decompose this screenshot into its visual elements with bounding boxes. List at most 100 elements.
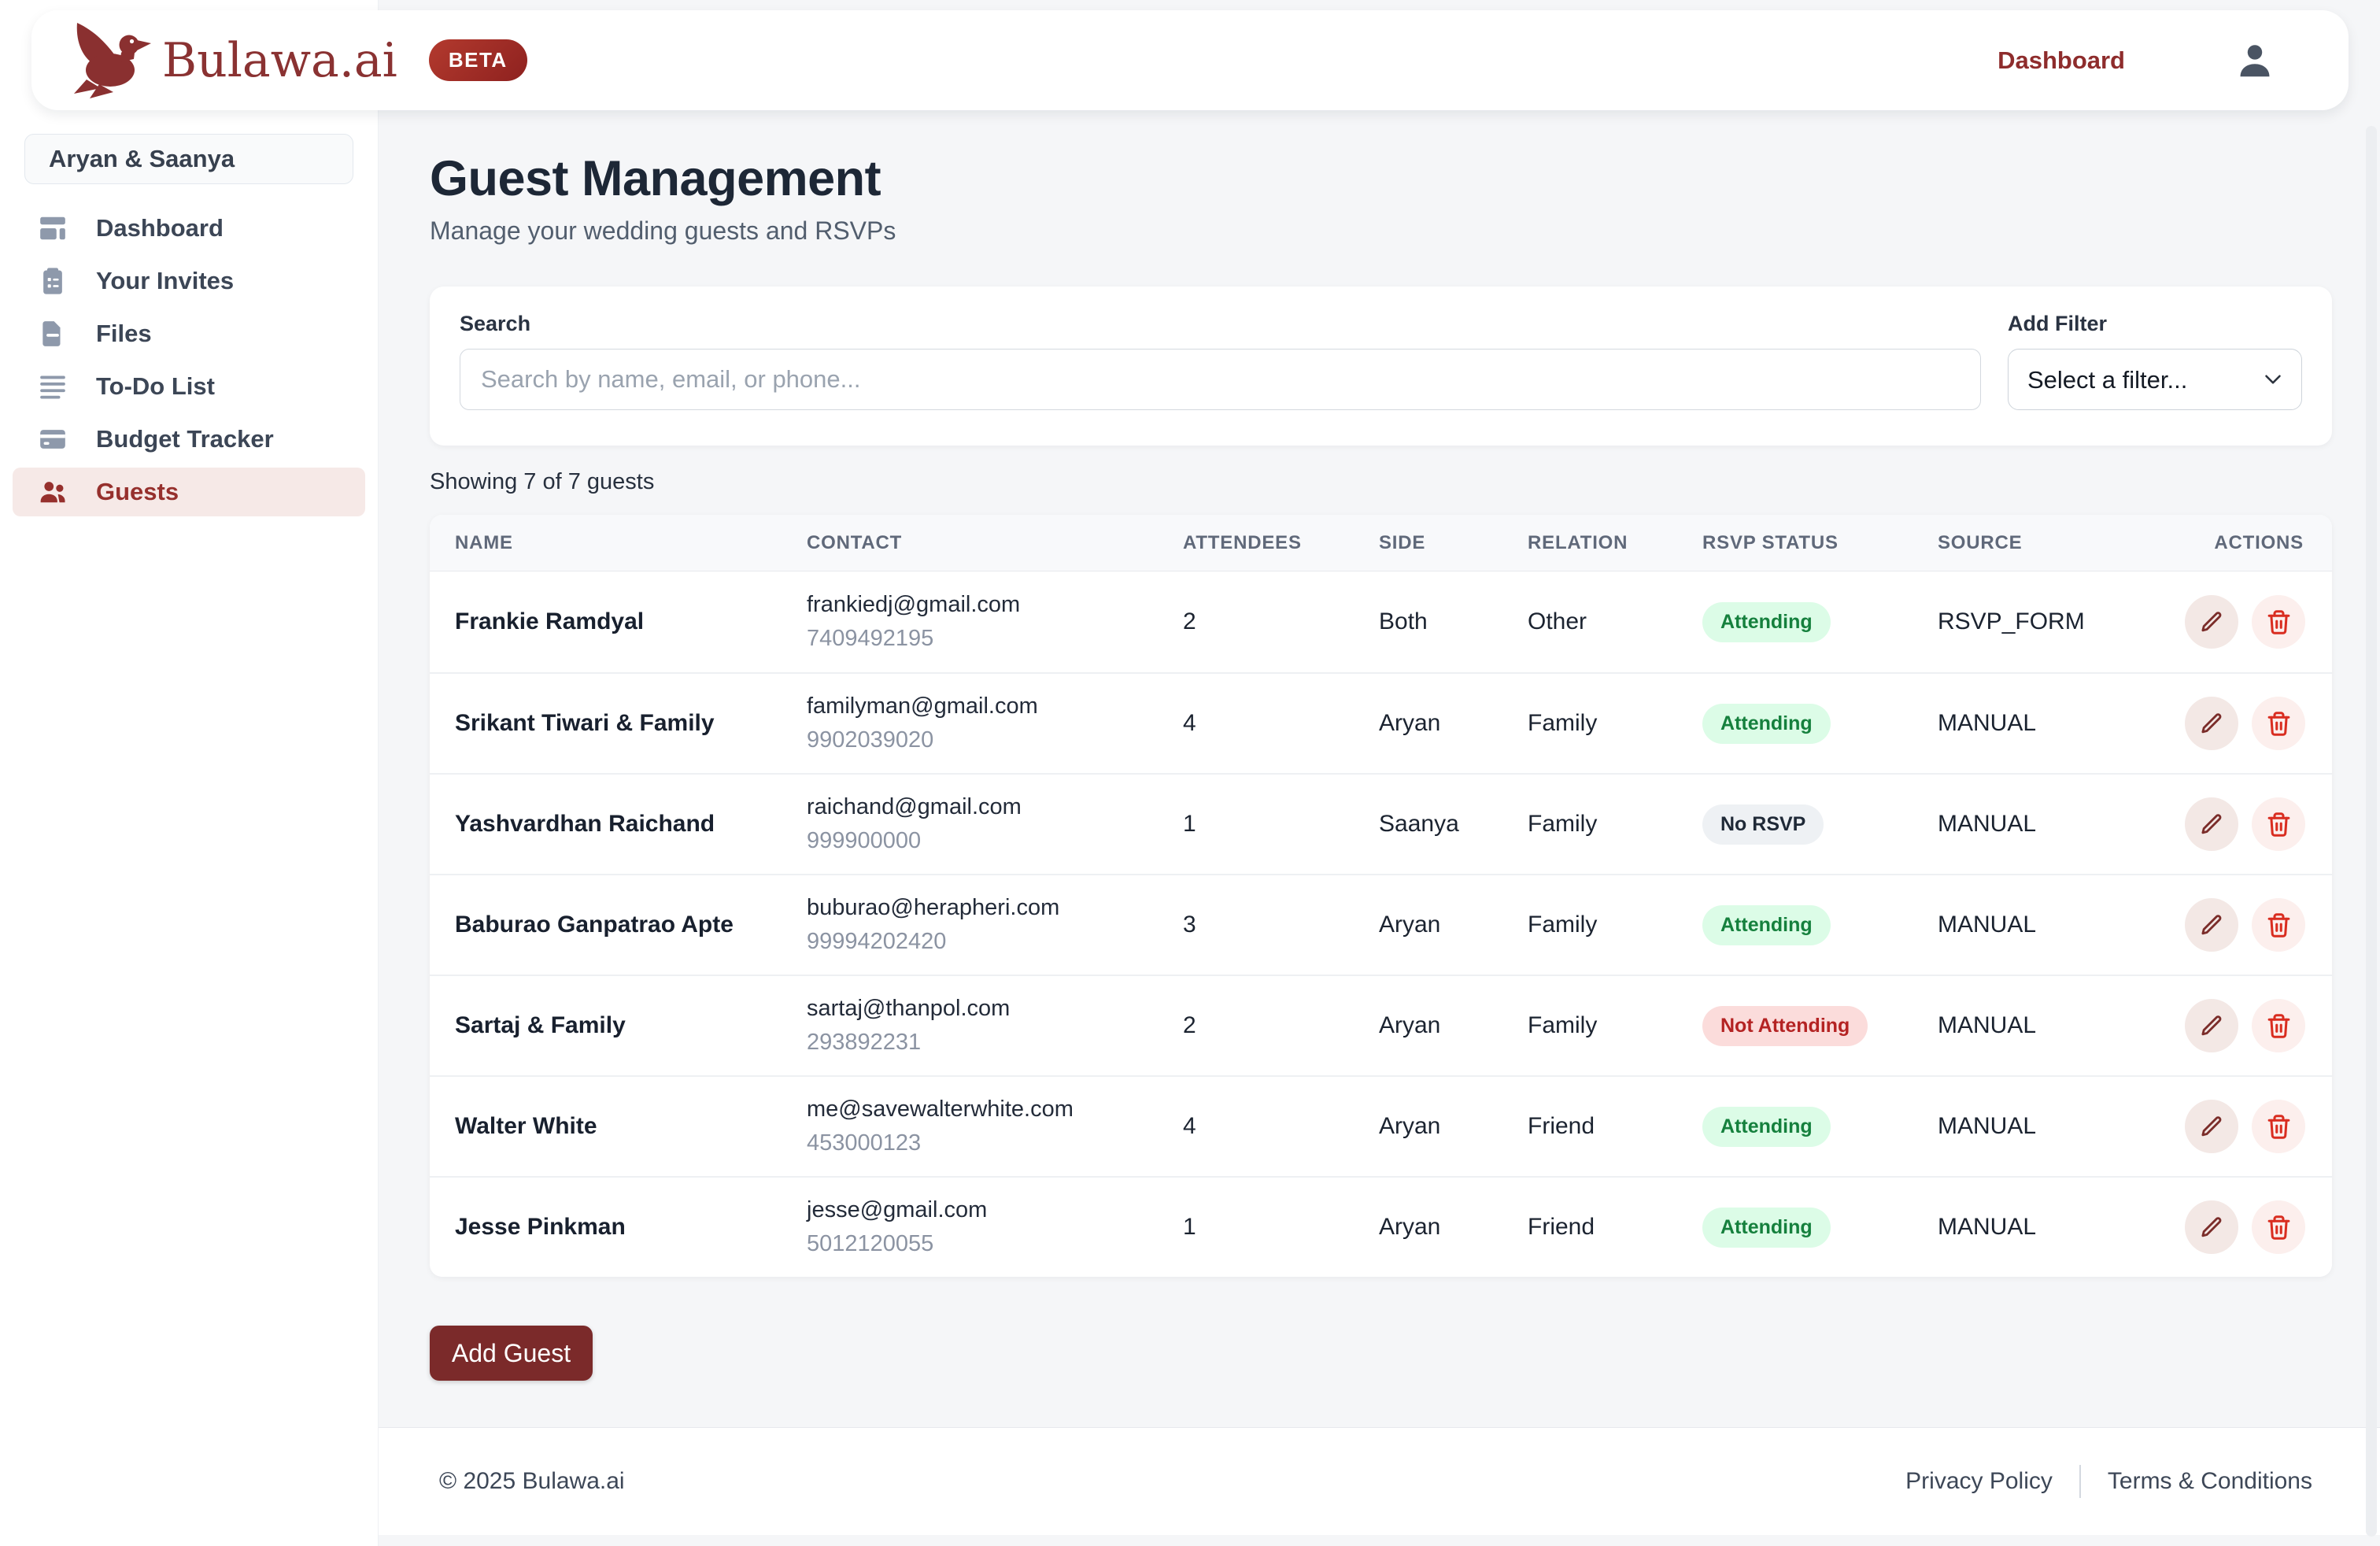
guest-actions — [2132, 999, 2332, 1052]
search-input[interactable] — [460, 349, 1981, 410]
guest-attendees: 2 — [1158, 608, 1354, 635]
delete-guest-button[interactable] — [2252, 697, 2305, 750]
guest-contact: me@savewalterwhite.com 453000123 — [782, 1097, 1158, 1156]
guest-name: Srikant Tiwari & Family — [430, 710, 782, 737]
table-row: Sartaj & Family sartaj@thanpol.com 29389… — [430, 975, 2332, 1075]
main-area: Guest Management Manage your wedding gue… — [379, 0, 2380, 1546]
guest-source: MANUAL — [1913, 710, 2132, 737]
edit-guest-button[interactable] — [2185, 1100, 2238, 1153]
guest-source: MANUAL — [1913, 1113, 2132, 1140]
guest-actions — [2132, 697, 2332, 750]
terms-link[interactable]: Terms & Conditions — [2108, 1468, 2312, 1495]
guest-name: Frankie Ramdyal — [430, 608, 782, 635]
guest-contact: familyman@gmail.com 9902039020 — [782, 693, 1158, 753]
guest-rsvp-cell: No RSVP — [1677, 804, 1913, 845]
scrollbar[interactable] — [2366, 126, 2377, 1537]
guest-actions — [2132, 1100, 2332, 1153]
table-row: Yashvardhan Raichand raichand@gmail.com … — [430, 773, 2332, 874]
column-header-actions: Actions — [2132, 532, 2332, 554]
brand-logo[interactable]: Bulawa.ai BETA — [72, 21, 527, 100]
guest-actions — [2132, 797, 2332, 851]
user-menu-button[interactable] — [2234, 39, 2276, 82]
guest-email: sartaj@thanpol.com — [807, 996, 1158, 1022]
guest-side: Both — [1354, 608, 1502, 635]
guest-name: Yashvardhan Raichand — [430, 811, 782, 838]
workspace-selector[interactable]: Aryan & Saanya — [24, 134, 353, 184]
sidebar-item-files[interactable]: Files — [13, 309, 365, 358]
guest-side: Aryan — [1354, 1113, 1502, 1140]
trash-icon — [2266, 1013, 2292, 1039]
guest-contact: jesse@gmail.com 5012120055 — [782, 1197, 1158, 1257]
guest-rsvp-cell: Attending — [1677, 602, 1913, 642]
rsvp-status-badge: No RSVP — [1702, 804, 1824, 845]
list-lines-icon — [38, 372, 68, 401]
guest-relation: Family — [1502, 912, 1677, 938]
rsvp-status-badge: Attending — [1702, 905, 1831, 945]
sidebar-item-label: To-Do List — [96, 372, 215, 401]
guest-email: familyman@gmail.com — [807, 693, 1158, 719]
guest-contact: frankiedj@gmail.com 7409492195 — [782, 592, 1158, 652]
delete-guest-button[interactable] — [2252, 1100, 2305, 1153]
dashboard-icon — [38, 213, 68, 243]
rsvp-status-badge: Attending — [1702, 1208, 1831, 1248]
edit-guest-button[interactable] — [2185, 595, 2238, 649]
people-icon — [38, 477, 68, 507]
edit-guest-button[interactable] — [2185, 797, 2238, 851]
rsvp-status-badge: Not Attending — [1702, 1006, 1868, 1046]
sidebar-item-label: Budget Tracker — [96, 425, 274, 453]
guest-relation: Friend — [1502, 1214, 1677, 1241]
sidebar-item-dashboard[interactable]: Dashboard — [13, 204, 365, 253]
page-subtitle: Manage your wedding guests and RSVPs — [430, 218, 2332, 243]
sidebar-item-label: Your Invites — [96, 267, 234, 295]
pencil-icon — [2200, 712, 2224, 736]
guest-actions — [2132, 898, 2332, 952]
edit-guest-button[interactable] — [2185, 999, 2238, 1052]
guest-side: Aryan — [1354, 912, 1502, 938]
sidebar-item-your-invites[interactable]: Your Invites — [13, 257, 365, 305]
guest-side: Aryan — [1354, 1012, 1502, 1039]
column-header-contact: Contact — [782, 532, 1158, 554]
table-row: Frankie Ramdyal frankiedj@gmail.com 7409… — [430, 571, 2332, 672]
guest-email: jesse@gmail.com — [807, 1197, 1158, 1223]
trash-icon — [2266, 609, 2292, 635]
search-column: Search — [460, 312, 1981, 420]
delete-guest-button[interactable] — [2252, 898, 2305, 952]
sidebar-item-todo-list[interactable]: To-Do List — [13, 362, 365, 411]
privacy-policy-link[interactable]: Privacy Policy — [1905, 1468, 2053, 1495]
edit-guest-button[interactable] — [2185, 1200, 2238, 1254]
guest-email: frankiedj@gmail.com — [807, 592, 1158, 618]
guest-table: Name Contact Attendees Side Relation RSV… — [430, 515, 2332, 1277]
guest-relation: Other — [1502, 608, 1677, 635]
guest-relation: Family — [1502, 1012, 1677, 1039]
sidebar-item-budget-tracker[interactable]: Budget Tracker — [13, 415, 365, 464]
guest-email: buburao@herapheri.com — [807, 895, 1158, 921]
filter-select[interactable]: Select a filter... — [2008, 349, 2302, 410]
top-bar: Bulawa.ai BETA Dashboard — [31, 10, 2349, 110]
delete-guest-button[interactable] — [2252, 595, 2305, 649]
table-body: Frankie Ramdyal frankiedj@gmail.com 7409… — [430, 571, 2332, 1277]
brand-wordmark: Bulawa.ai — [162, 33, 397, 88]
edit-guest-button[interactable] — [2185, 697, 2238, 750]
trash-icon — [2266, 812, 2292, 838]
delete-guest-button[interactable] — [2252, 999, 2305, 1052]
guest-side: Aryan — [1354, 710, 1502, 737]
pencil-icon — [2200, 610, 2224, 634]
guest-rsvp-cell: Attending — [1677, 905, 1913, 945]
trash-icon — [2266, 711, 2292, 737]
header-dashboard-link[interactable]: Dashboard — [1998, 46, 2125, 75]
sidebar-item-label: Dashboard — [96, 214, 224, 242]
guest-email: raichand@gmail.com — [807, 794, 1158, 820]
edit-guest-button[interactable] — [2185, 898, 2238, 952]
table-row: Baburao Ganpatrao Apte buburao@herapheri… — [430, 874, 2332, 975]
sidebar-item-guests[interactable]: Guests — [13, 468, 365, 516]
delete-guest-button[interactable] — [2252, 797, 2305, 851]
credit-card-icon — [38, 424, 68, 454]
guest-relation: Family — [1502, 710, 1677, 737]
delete-guest-button[interactable] — [2252, 1200, 2305, 1254]
search-filter-card: Search Add Filter Select a filter... — [430, 287, 2332, 446]
trash-icon — [2266, 1114, 2292, 1140]
add-guest-button[interactable]: Add Guest — [430, 1326, 593, 1381]
workspace-name: Aryan & Saanya — [49, 145, 235, 173]
guest-phone: 9902039020 — [807, 727, 1158, 753]
table-row: Srikant Tiwari & Family familyman@gmail.… — [430, 672, 2332, 773]
